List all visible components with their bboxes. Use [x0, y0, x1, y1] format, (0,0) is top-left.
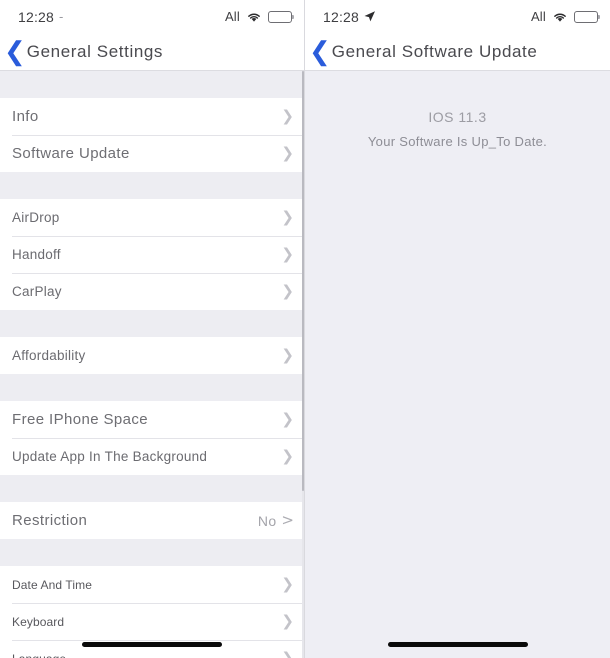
right-status-time: 12:28 [323, 8, 360, 25]
settings-list[interactable]: Info ❯ Software Update ❯ AirDrop ❯ Hando… [0, 71, 304, 658]
chevron-right-icon: ❯ [281, 447, 294, 465]
chevron-right-icon: ❯ [281, 410, 294, 428]
row-value: No [257, 512, 277, 529]
row-label: CarPlay [12, 284, 62, 299]
chevron-right-icon: ❯ [281, 208, 294, 226]
page-title: General Software Update [331, 41, 538, 61]
row-label: Affordability [12, 348, 86, 363]
chevron-left-icon: ❮ [309, 36, 331, 67]
settings-group-1: Info ❯ Software Update ❯ [0, 98, 304, 172]
list-item-update-app-background[interactable]: Update App In The Background ❯ [0, 438, 304, 475]
right-phone-screen: 12:28 All ❮ General Software Update IOS … [305, 0, 610, 658]
list-item-software-update[interactable]: Software Update ❯ [0, 135, 304, 172]
chevron-right-icon: ❯ [281, 346, 294, 364]
home-indicator [82, 642, 222, 647]
left-status-bar: 12:28 - All [0, 0, 304, 33]
right-status-bar: 12:28 All [305, 0, 610, 33]
dual-phone-screenshot: 12:28 - All ❮ General Settings Info ❯ So… [0, 0, 610, 658]
row-label: Keyboard [12, 614, 65, 629]
location-arrow-icon [363, 10, 376, 23]
left-nav-bar: ❮ General Settings [0, 33, 304, 71]
list-item-airdrop[interactable]: AirDrop ❯ [0, 199, 304, 236]
list-gap [0, 310, 304, 337]
row-label: Info [12, 108, 39, 125]
row-label: AirDrop [12, 210, 60, 225]
chevron-left-icon: ❮ [4, 36, 26, 67]
update-status-message: Your Software Is Up_To Date. [367, 134, 548, 149]
page-title: General Settings [26, 41, 164, 61]
row-label: Update App In The Background [12, 449, 208, 464]
row-label: Software Update [12, 145, 130, 162]
list-item-restriction[interactable]: Restriction No > [0, 502, 304, 539]
list-item-free-iphone-space[interactable]: Free IPhone Space ❯ [0, 401, 304, 438]
right-nav-bar: ❮ General Software Update [305, 33, 610, 71]
left-carrier-label: All [224, 9, 240, 24]
home-indicator [387, 642, 528, 647]
row-label: Date And Time [12, 577, 93, 592]
back-button[interactable]: ❮ General Software Update [309, 39, 537, 65]
update-status-block: IOS 11.3 Your Software Is Up_To Date. [305, 109, 610, 149]
software-update-body: IOS 11.3 Your Software Is Up_To Date. [305, 71, 610, 658]
chevron-right-icon: ❯ [281, 575, 294, 593]
list-gap [0, 71, 304, 98]
settings-group-5: Restriction No > [0, 502, 304, 539]
row-label: Handoff [12, 247, 61, 262]
right-status-indicators: All [530, 9, 601, 24]
chevron-right-icon: ❯ [281, 107, 294, 125]
list-item-date-and-time[interactable]: Date And Time ❯ [0, 566, 304, 603]
back-button[interactable]: ❮ General Settings [4, 39, 163, 65]
chevron-right-icon: ❯ [281, 612, 294, 630]
row-label: Restriction [12, 512, 88, 529]
scrollbar-track[interactable] [302, 71, 304, 658]
list-gap [0, 539, 304, 566]
list-item-affordability[interactable]: Affordability ❯ [0, 337, 304, 374]
list-item-handoff[interactable]: Handoff ❯ [0, 236, 304, 273]
chevron-right-icon: ❯ [281, 144, 294, 162]
left-phone-screen: 12:28 - All ❮ General Settings Info ❯ So… [0, 0, 305, 658]
settings-group-2: AirDrop ❯ Handoff ❯ CarPlay ❯ [0, 199, 304, 310]
right-carrier-label: All [530, 9, 546, 24]
chevron-right-icon: > [281, 511, 294, 529]
chevron-right-icon: ❯ [281, 245, 294, 263]
wifi-icon [246, 11, 262, 23]
battery-icon [574, 10, 601, 23]
left-status-indicators: All [224, 9, 295, 24]
list-gap [0, 172, 304, 199]
wifi-icon [552, 11, 568, 23]
scrollbar-thumb[interactable] [302, 71, 304, 491]
ios-version-label: IOS 11.3 [428, 109, 487, 125]
list-gap [0, 374, 304, 401]
left-status-time: 12:28 [18, 8, 55, 25]
chevron-right-icon: ❯ [281, 649, 294, 658]
row-label: Free IPhone Space [12, 411, 149, 428]
settings-group-3: Affordability ❯ [0, 337, 304, 374]
left-status-time-suffix: - [59, 9, 64, 24]
list-item-keyboard[interactable]: Keyboard ❯ [0, 603, 304, 640]
row-label: Language [12, 652, 66, 658]
settings-group-4: Free IPhone Space ❯ Update App In The Ba… [0, 401, 304, 475]
battery-icon [268, 10, 295, 23]
list-item-info[interactable]: Info ❯ [0, 98, 304, 135]
chevron-right-icon: ❯ [281, 282, 294, 300]
list-gap [0, 475, 304, 502]
list-item-carplay[interactable]: CarPlay ❯ [0, 273, 304, 310]
